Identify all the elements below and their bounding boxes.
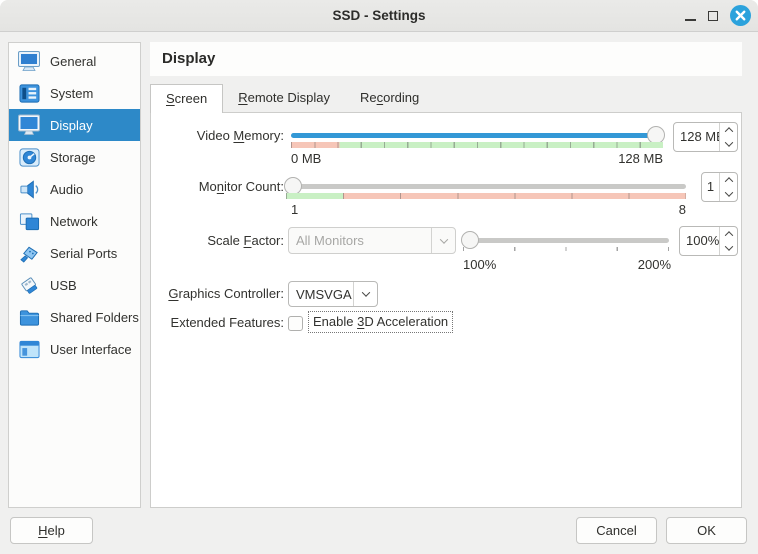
cancel-button[interactable]: Cancel [576, 517, 657, 544]
ok-button[interactable]: OK [666, 517, 747, 544]
max-label: 128 MB [618, 151, 663, 167]
page-header: Display [150, 42, 742, 76]
monitor-count-range: 1 8 [291, 202, 686, 218]
graphics-controller-label: Graphics Controller: [151, 285, 284, 303]
scale-factor-range: 100% 200% [463, 257, 671, 273]
video-memory-spinbox[interactable]: 128 MB [673, 122, 738, 152]
video-memory-range: 0 MB 128 MB [291, 151, 663, 167]
sidebar-item-system[interactable]: System [9, 77, 140, 109]
sidebar-item-label: Display [50, 118, 93, 133]
sidebar-item-serial-ports[interactable]: Serial Ports [9, 237, 140, 269]
min-label: 100% [463, 257, 496, 273]
sidebar-item-storage[interactable]: Storage [9, 141, 140, 173]
audio-icon [16, 177, 42, 201]
minimize-icon[interactable] [685, 11, 696, 21]
settings-sidebar: General System Display Storage Audio [8, 42, 141, 508]
system-icon [16, 81, 42, 105]
storage-icon [16, 145, 42, 169]
sidebar-item-label: Storage [50, 150, 96, 165]
scale-factor-label: Scale Factor: [151, 232, 284, 250]
spinbox-value[interactable]: 100% [680, 227, 719, 255]
sidebar-item-label: Audio [50, 182, 83, 197]
sidebar-item-shared-folders[interactable]: Shared Folders [9, 301, 140, 333]
sidebar-item-usb[interactable]: USB [9, 269, 140, 301]
help-button[interactable]: Help [10, 517, 93, 544]
sidebar-item-label: Serial Ports [50, 246, 117, 261]
spin-up-icon[interactable] [720, 227, 737, 241]
min-label: 1 [291, 202, 298, 218]
sidebar-item-label: USB [50, 278, 77, 293]
monitor-count-label: Monitor Count: [151, 178, 284, 196]
spin-down-icon[interactable] [720, 137, 737, 151]
usb-icon [16, 273, 42, 297]
scale-factor-combo[interactable]: All Monitors [288, 227, 456, 254]
display-icon [16, 113, 42, 137]
video-memory-label: Video Memory: [151, 127, 284, 145]
maximize-icon[interactable] [708, 11, 718, 21]
scale-factor-tickmarks [463, 247, 670, 251]
titlebar[interactable]: SSD - Settings [0, 0, 758, 32]
monitor-count-spinbox[interactable]: 1 [701, 172, 738, 202]
tabbar: Screen Remote Display Recording [150, 84, 434, 113]
user-interface-icon [16, 337, 42, 361]
spin-up-icon[interactable] [720, 123, 737, 137]
graphics-controller-combo[interactable]: VMSVGA [288, 281, 378, 307]
max-label: 8 [679, 202, 686, 218]
monitor-count-tickstrip [286, 193, 686, 199]
sidebar-item-audio[interactable]: Audio [9, 173, 140, 205]
window-title: SSD - Settings [0, 0, 758, 31]
general-icon [16, 49, 42, 73]
sidebar-item-label: Network [50, 214, 98, 229]
slider-track[interactable] [286, 184, 686, 189]
combo-value: VMSVGA [289, 282, 353, 306]
slider-track[interactable] [463, 238, 669, 243]
tab-recording[interactable]: Recording [345, 84, 434, 113]
enable-3d-label[interactable]: Enable 3D Acceleration [309, 312, 452, 332]
sidebar-item-general[interactable]: General [9, 45, 140, 77]
spinbox-value[interactable]: 1 [702, 173, 719, 201]
min-label: 0 MB [291, 151, 321, 167]
tab-remote-display[interactable]: Remote Display [223, 84, 345, 113]
sidebar-item-user-interface[interactable]: User Interface [9, 333, 140, 365]
page-title: Display [150, 42, 742, 76]
settings-window: SSD - Settings General System D [0, 0, 758, 554]
extended-features-label: Extended Features: [151, 314, 284, 332]
close-icon[interactable] [730, 5, 751, 26]
sidebar-item-network[interactable]: Network [9, 205, 140, 237]
chevron-down-icon [353, 282, 377, 306]
max-label: 200% [638, 257, 671, 273]
slider-track[interactable] [291, 133, 663, 138]
sidebar-item-label: General [50, 54, 96, 69]
scale-factor-spinbox[interactable]: 100% [679, 226, 738, 256]
screen-tab-panel: Video Memory: 0 MB 128 MB 128 MB Monitor… [150, 112, 742, 508]
serial-ports-icon [16, 241, 42, 265]
video-memory-tickstrip [291, 142, 663, 148]
sidebar-item-label: System [50, 86, 93, 101]
spinbox-value[interactable]: 128 MB [674, 123, 719, 151]
chevron-down-icon [431, 228, 455, 253]
window-controls [685, 0, 751, 31]
spin-down-icon[interactable] [720, 241, 737, 255]
sidebar-item-label: Shared Folders [50, 310, 139, 325]
enable-3d-checkbox[interactable] [288, 316, 303, 331]
tab-screen[interactable]: Screen [150, 84, 223, 113]
sidebar-item-display[interactable]: Display [9, 109, 140, 141]
network-icon [16, 209, 42, 233]
sidebar-item-label: User Interface [50, 342, 132, 357]
combo-value: All Monitors [289, 228, 431, 253]
shared-folders-icon [16, 305, 42, 329]
spin-up-icon[interactable] [720, 173, 737, 187]
spin-down-icon[interactable] [720, 187, 737, 201]
